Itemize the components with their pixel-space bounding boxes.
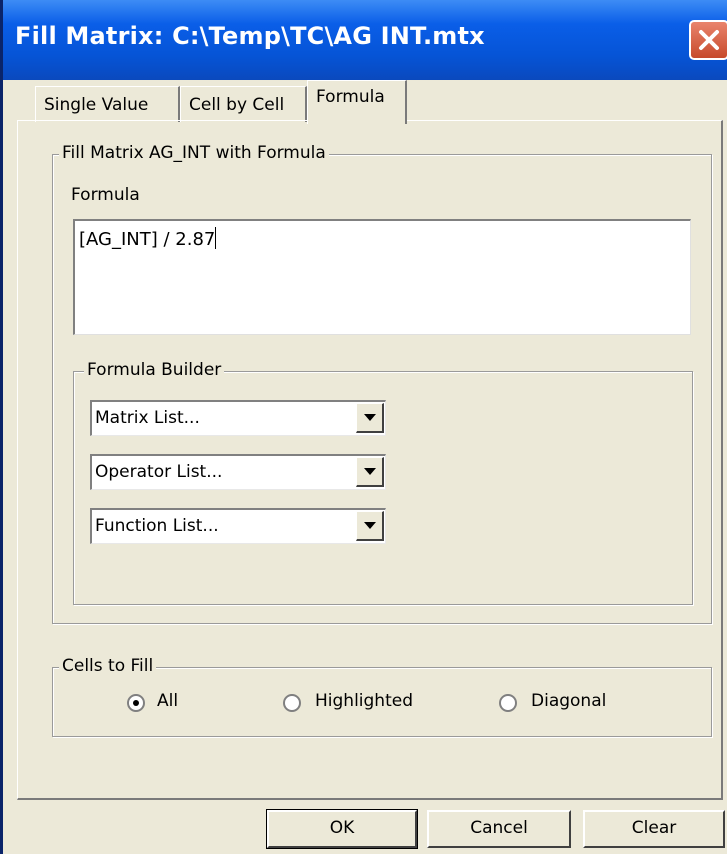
radio-diagonal[interactable] — [499, 694, 517, 712]
formula-value: [AG_INT] / 2.87 — [79, 229, 216, 250]
tab-label: Formula — [316, 87, 385, 107]
function-list-select[interactable]: Function List... — [90, 508, 386, 544]
radio-diagonal-label[interactable]: Diagonal — [531, 691, 606, 711]
window-title: Fill Matrix: C:\Temp\TC\AG INT.mtx — [15, 22, 485, 50]
formula-label: Formula — [71, 185, 140, 205]
tab-label: Cell by Cell — [189, 95, 285, 115]
tab-formula[interactable]: Formula — [307, 80, 407, 124]
tab-cell-by-cell[interactable]: Cell by Cell — [180, 86, 307, 122]
chevron-down-icon — [364, 414, 376, 421]
cells-to-fill-group: Cells to Fill All Highlighted Diagonal — [52, 656, 712, 737]
title-bar[interactable]: Fill Matrix: C:\Temp\TC\AG INT.mtx — [3, 0, 727, 80]
radio-all-label[interactable]: All — [157, 691, 178, 711]
radio-highlighted[interactable] — [283, 694, 301, 712]
operator-list-value: Operator List... — [95, 462, 223, 482]
cancel-button[interactable]: Cancel — [427, 810, 571, 848]
formula-builder-group: Formula Builder Matrix List... Operator … — [73, 360, 693, 605]
close-button[interactable] — [689, 20, 727, 60]
radio-all[interactable] — [127, 694, 145, 712]
function-list-dropdown-button[interactable] — [356, 511, 384, 541]
cells-to-fill-legend: Cells to Fill — [59, 656, 157, 676]
fill-matrix-group-legend: Fill Matrix AG_INT with Formula — [59, 143, 329, 163]
tab-single-value[interactable]: Single Value — [35, 86, 180, 122]
clear-button[interactable]: Clear — [583, 810, 725, 848]
function-list-value: Function List... — [95, 516, 219, 536]
matrix-list-dropdown-button[interactable] — [356, 403, 384, 433]
tab-label: Single Value — [44, 95, 149, 115]
chevron-down-icon — [364, 468, 376, 475]
formula-input[interactable]: [AG_INT] / 2.87 — [73, 219, 691, 335]
operator-list-select[interactable]: Operator List... — [90, 454, 386, 490]
fill-matrix-group: Fill Matrix AG_INT with Formula Formula … — [52, 143, 712, 624]
close-icon — [699, 30, 719, 50]
formula-builder-legend: Formula Builder — [84, 360, 225, 380]
text-caret — [215, 227, 217, 249]
dialog-body: Single Value Cell by Cell Formula Fill M… — [3, 80, 727, 854]
chevron-down-icon — [364, 522, 376, 529]
operator-list-dropdown-button[interactable] — [356, 457, 384, 487]
matrix-list-value: Matrix List... — [95, 408, 200, 428]
fill-matrix-dialog: Fill Matrix: C:\Temp\TC\AG INT.mtx Singl… — [0, 0, 727, 854]
ok-button[interactable]: OK — [266, 809, 418, 849]
matrix-list-select[interactable]: Matrix List... — [90, 400, 386, 436]
radio-highlighted-label[interactable]: Highlighted — [315, 691, 413, 711]
formula-tab-panel: Fill Matrix AG_INT with Formula Formula … — [17, 120, 723, 800]
